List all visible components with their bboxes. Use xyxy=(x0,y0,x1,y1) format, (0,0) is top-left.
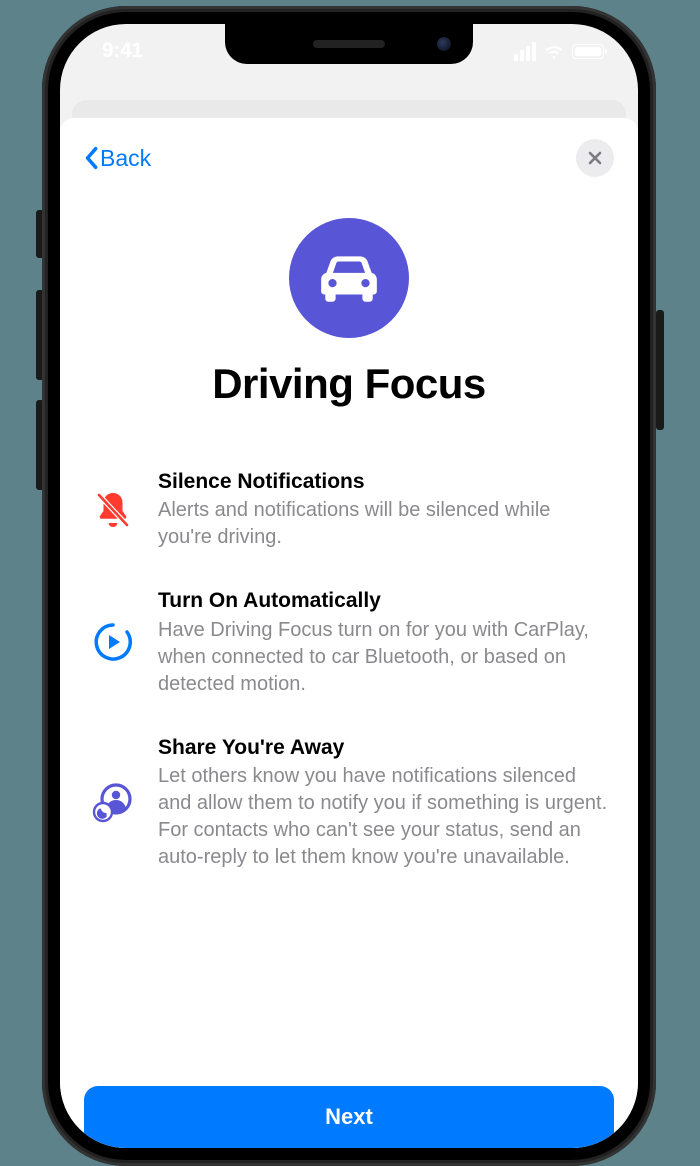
status-indicators xyxy=(514,42,604,61)
close-button[interactable] xyxy=(576,139,614,177)
play-circle-icon xyxy=(90,621,136,663)
status-time: 9:41 xyxy=(102,39,143,63)
feature-share-away: Share You're Away Let others know you ha… xyxy=(90,734,608,871)
next-button[interactable]: Next xyxy=(84,1086,614,1148)
next-label: Next xyxy=(325,1104,373,1130)
feature-desc: Alerts and notifications will be silence… xyxy=(158,497,608,551)
close-icon xyxy=(587,150,603,166)
feature-title: Silence Notifications xyxy=(158,468,608,495)
power-button xyxy=(656,310,664,430)
page-title: Driving Focus xyxy=(212,360,486,408)
sheet-header: Back xyxy=(84,136,614,180)
chevron-left-icon xyxy=(84,146,98,170)
feature-title: Turn On Automatically xyxy=(158,587,608,614)
modal-sheet: Back Driving Focus xyxy=(60,118,638,1148)
notch xyxy=(225,24,473,64)
hero: Driving Focus xyxy=(84,218,614,408)
back-label: Back xyxy=(100,145,151,172)
bell-slash-icon xyxy=(90,489,136,531)
wifi-icon xyxy=(543,43,565,59)
front-camera xyxy=(437,37,451,51)
feature-desc: Have Driving Focus turn on for you with … xyxy=(158,617,608,698)
battery-icon xyxy=(572,44,604,59)
feature-list: Silence Notifications Alerts and notific… xyxy=(84,468,614,871)
screen: 9:41 Back xyxy=(60,24,638,1148)
cellular-icon xyxy=(514,42,536,61)
back-button[interactable]: Back xyxy=(84,145,151,172)
feature-title: Share You're Away xyxy=(158,734,608,761)
car-icon xyxy=(316,251,382,305)
feature-turn-on-automatically: Turn On Automatically Have Driving Focus… xyxy=(90,587,608,697)
person-moon-icon xyxy=(90,781,136,823)
speaker-grille xyxy=(313,40,385,48)
phone-frame: 9:41 Back xyxy=(42,6,656,1166)
feature-desc: Let others know you have notifications s… xyxy=(158,763,608,871)
feature-silence-notifications: Silence Notifications Alerts and notific… xyxy=(90,468,608,551)
focus-icon-badge xyxy=(289,218,409,338)
